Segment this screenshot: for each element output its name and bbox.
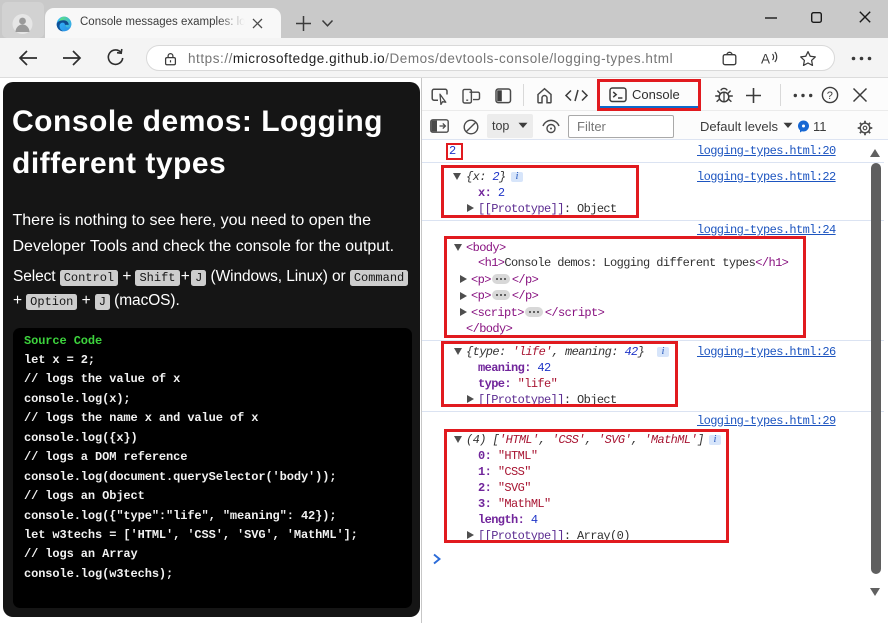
svg-text:?: ? [827,90,833,102]
svg-text:A: A [761,52,770,67]
